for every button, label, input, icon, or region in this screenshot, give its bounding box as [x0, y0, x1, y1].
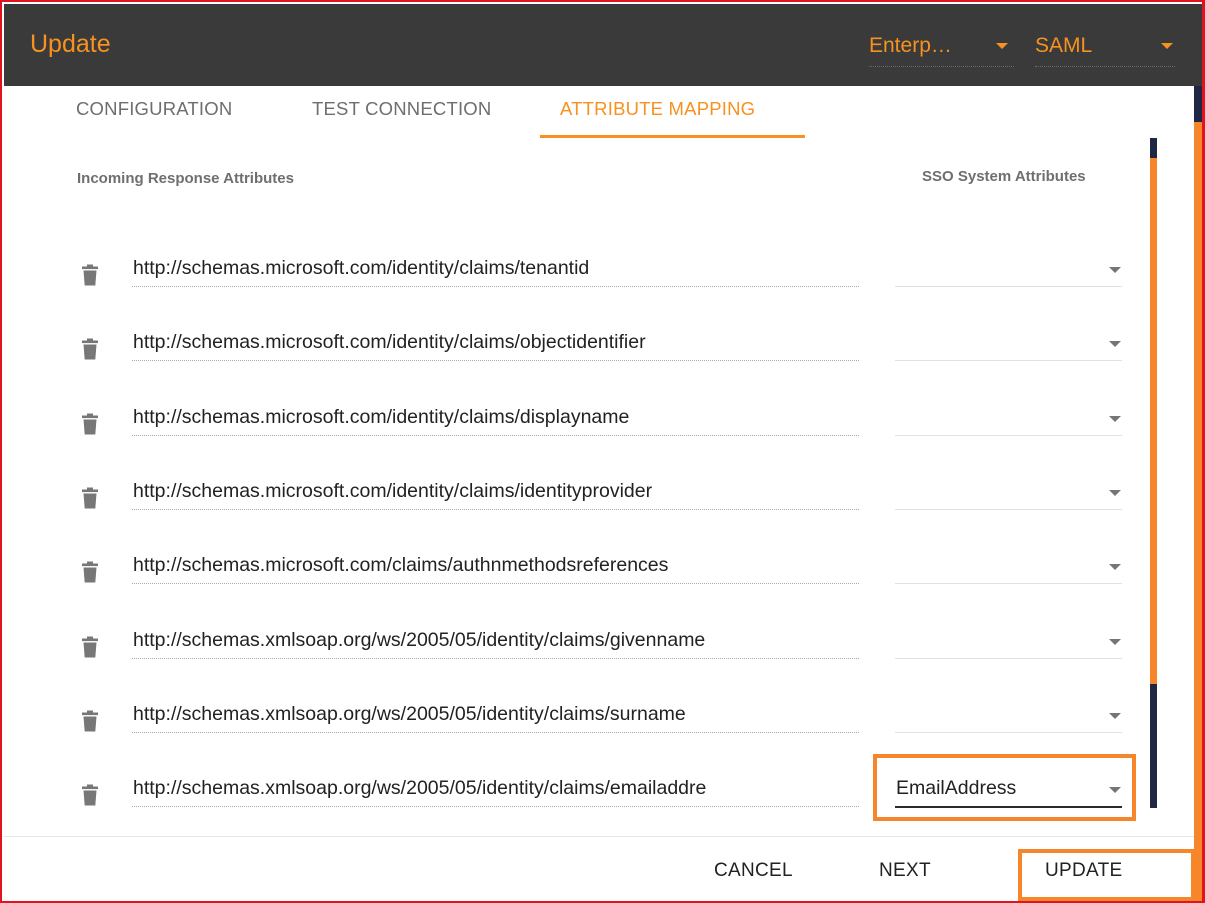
system-attribute-select[interactable] — [895, 332, 1122, 361]
footer-divider — [4, 836, 1194, 837]
next-button[interactable]: NEXT — [879, 860, 931, 882]
protocol-select[interactable]: SAML — [1035, 32, 1175, 67]
caret-down-icon — [1109, 341, 1121, 347]
highlight-box — [873, 754, 1136, 821]
tab-test-connection[interactable]: TEST CONNECTION — [312, 98, 491, 120]
trash-icon[interactable] — [80, 264, 100, 286]
incoming-attribute-value: http://schemas.microsoft.com/identity/cl… — [133, 407, 630, 428]
system-attribute-select[interactable] — [895, 555, 1122, 584]
incoming-attribute-value: http://schemas.microsoft.com/identity/cl… — [133, 332, 646, 353]
tab-attribute-mapping[interactable]: ATTRIBUTE MAPPING — [560, 98, 755, 120]
system-attribute-select[interactable] — [895, 630, 1122, 659]
tab-bar: CONFIGURATION TEST CONNECTION ATTRIBUTE … — [4, 86, 1194, 140]
incoming-attribute-field[interactable]: http://schemas.microsoft.com/claims/auth… — [132, 555, 859, 584]
incoming-attribute-field[interactable]: http://schemas.microsoft.com/identity/cl… — [132, 258, 859, 287]
trash-icon[interactable] — [80, 487, 100, 509]
incoming-attribute-field[interactable]: http://schemas.microsoft.com/identity/cl… — [132, 481, 859, 510]
trash-icon[interactable] — [80, 338, 100, 360]
dialog-frame: Update Enterp… SAML CONFIGURATION TEST C… — [0, 0, 1205, 903]
trash-icon[interactable] — [80, 561, 100, 583]
incoming-attribute-value: http://schemas.xmlsoap.org/ws/2005/05/id… — [133, 778, 707, 799]
active-tab-indicator — [540, 135, 805, 138]
caret-down-icon — [1109, 490, 1121, 496]
incoming-attribute-value: http://schemas.xmlsoap.org/ws/2005/05/id… — [133, 704, 686, 725]
incoming-attribute-field[interactable]: http://schemas.microsoft.com/identity/cl… — [132, 332, 859, 361]
directory-select[interactable]: Enterp… — [869, 32, 1014, 67]
protocol-select-value: SAML — [1035, 34, 1093, 57]
caret-down-icon — [1109, 564, 1121, 570]
incoming-attribute-value: http://schemas.microsoft.com/identity/cl… — [133, 258, 590, 279]
system-attributes-heading: SSO System Attributes — [922, 168, 1086, 185]
dialog-header: Update Enterp… SAML — [4, 4, 1202, 86]
system-attribute-select[interactable] — [895, 407, 1122, 436]
highlight-box — [1018, 849, 1195, 901]
system-attribute-select[interactable] — [895, 704, 1122, 733]
directory-select-value: Enterp… — [869, 34, 952, 57]
incoming-attribute-field[interactable]: http://schemas.xmlsoap.org/ws/2005/05/id… — [132, 704, 859, 733]
incoming-attribute-field[interactable]: http://schemas.xmlsoap.org/ws/2005/05/id… — [132, 778, 859, 807]
cancel-button[interactable]: CANCEL — [714, 860, 793, 882]
caret-down-icon — [1109, 713, 1121, 719]
incoming-attribute-value: http://schemas.microsoft.com/identity/cl… — [133, 481, 653, 502]
trash-icon[interactable] — [80, 784, 100, 806]
caret-down-icon — [1161, 43, 1173, 49]
caret-down-icon — [1109, 639, 1121, 645]
caret-down-icon — [996, 43, 1008, 49]
outer-scrollbar-track[interactable] — [1194, 86, 1202, 122]
dialog-title: Update — [30, 30, 111, 58]
incoming-attribute-field[interactable]: http://schemas.microsoft.com/identity/cl… — [132, 407, 859, 436]
trash-icon[interactable] — [80, 413, 100, 435]
caret-down-icon — [1109, 416, 1121, 422]
trash-icon[interactable] — [80, 710, 100, 732]
outer-scrollbar-thumb[interactable] — [1194, 86, 1202, 901]
incoming-attribute-value: http://schemas.microsoft.com/claims/auth… — [133, 555, 669, 576]
trash-icon[interactable] — [80, 636, 100, 658]
incoming-attribute-value: http://schemas.xmlsoap.org/ws/2005/05/id… — [133, 630, 706, 651]
inner-scrollbar-thumb[interactable] — [1150, 158, 1157, 684]
caret-down-icon — [1109, 267, 1121, 273]
system-attribute-select[interactable] — [895, 258, 1122, 287]
incoming-attribute-field[interactable]: http://schemas.xmlsoap.org/ws/2005/05/id… — [132, 630, 859, 659]
incoming-attributes-heading: Incoming Response Attributes — [77, 170, 294, 187]
tab-configuration[interactable]: CONFIGURATION — [76, 98, 232, 120]
system-attribute-select[interactable] — [895, 481, 1122, 510]
